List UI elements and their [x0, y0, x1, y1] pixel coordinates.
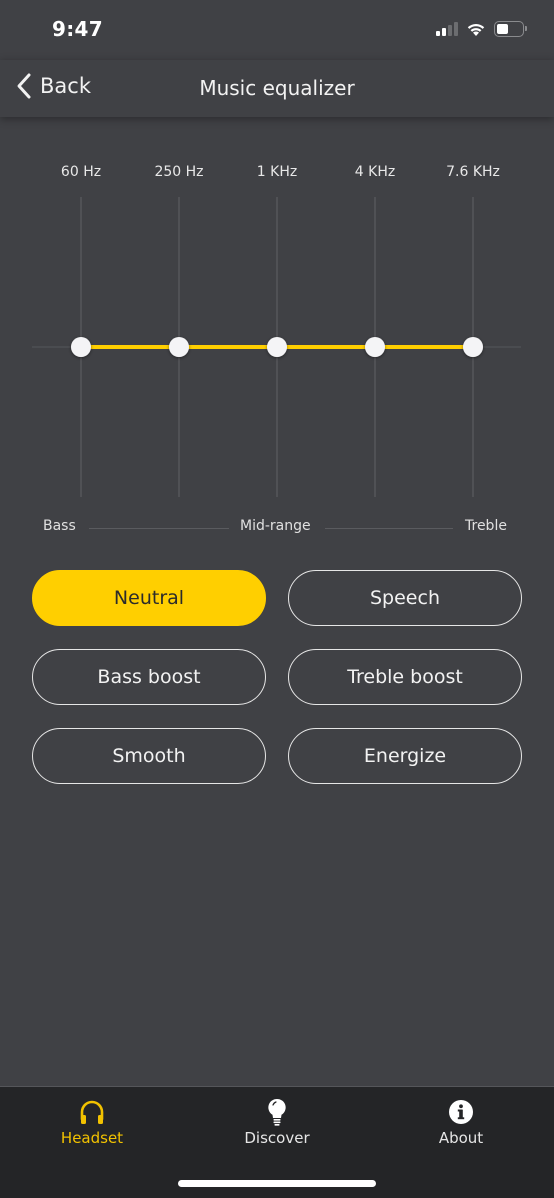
home-indicator[interactable] — [178, 1180, 376, 1187]
preset-treble-boost-button[interactable]: Treble boost — [288, 649, 522, 705]
preset-energize-button[interactable]: Energize — [288, 728, 522, 784]
preset-speech-button[interactable]: Speech — [288, 570, 522, 626]
range-label-treble: Treble — [465, 518, 507, 534]
band-knob-7-6-khz[interactable] — [463, 337, 483, 357]
battery-icon — [494, 21, 527, 37]
range-divider — [325, 528, 453, 529]
status-time: 9:47 — [52, 17, 103, 41]
tab-discover[interactable]: Discover — [217, 1097, 337, 1147]
nav-header: Back Music equalizer — [0, 60, 554, 117]
tab-headset[interactable]: Headset — [32, 1097, 152, 1147]
frequency-range-scale: Bass Mid-range Treble — [0, 518, 554, 538]
headphones-icon — [80, 1100, 104, 1124]
status-bar: 9:47 — [0, 0, 554, 60]
tab-label: Headset — [60, 1129, 124, 1147]
tab-label: About — [438, 1129, 484, 1147]
preset-bass-boost-button[interactable]: Bass boost — [32, 649, 266, 705]
equalizer: 60 Hz 250 Hz 1 KHz 4 KHz 7.6 KHz — [0, 117, 554, 557]
status-icons — [436, 21, 527, 37]
page-title: Music equalizer — [199, 76, 355, 100]
band-knob-60-hz[interactable] — [71, 337, 91, 357]
range-label-bass: Bass — [43, 518, 76, 534]
cellular-signal-icon — [436, 22, 458, 36]
range-label-mid: Mid-range — [240, 518, 311, 534]
band-knob-4-khz[interactable] — [365, 337, 385, 357]
info-icon — [449, 1100, 473, 1124]
tab-about[interactable]: About — [401, 1097, 521, 1147]
band-knob-250-hz[interactable] — [169, 337, 189, 357]
preset-smooth-button[interactable]: Smooth — [32, 728, 266, 784]
wifi-icon — [467, 23, 485, 36]
band-knob-1-khz[interactable] — [267, 337, 287, 357]
tab-label: Discover — [244, 1129, 310, 1147]
equalizer-graph — [32, 197, 521, 497]
preset-neutral-button[interactable]: Neutral — [32, 570, 266, 626]
lightbulb-icon — [268, 1098, 286, 1126]
range-divider — [89, 528, 229, 529]
